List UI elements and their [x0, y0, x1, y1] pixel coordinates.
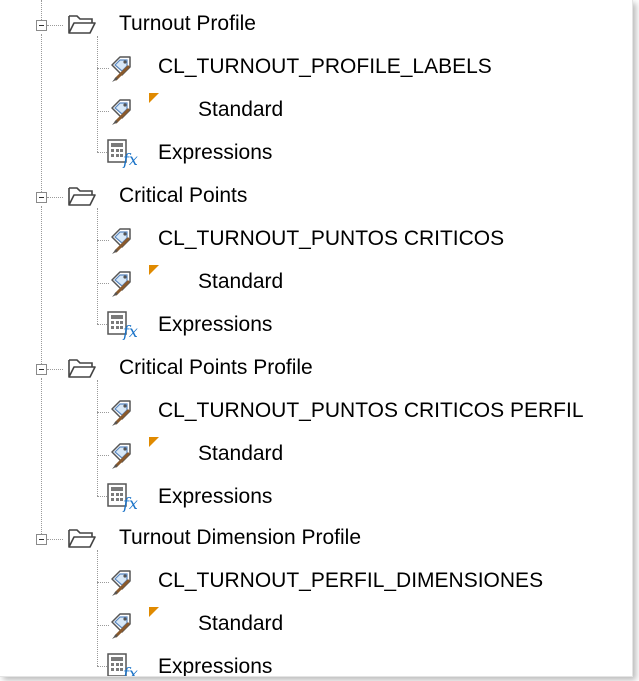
tree-item-label-style-default[interactable]: Standard: [0, 262, 632, 302]
tree-item-label-style[interactable]: CL_TURNOUT_PUNTOS CRITICOS: [0, 219, 632, 259]
tree-group-label: Critical Points: [119, 184, 248, 207]
label-style-icon: [111, 400, 131, 426]
default-style-marker-icon: [149, 607, 159, 617]
tree-item-label: Standard: [198, 442, 284, 465]
label-style-icon: [111, 228, 131, 254]
tree-item-label: Standard: [198, 612, 284, 635]
collapse-icon[interactable]: [36, 534, 47, 545]
tree-group-label: Turnout Profile: [119, 12, 256, 35]
label-style-icon: [111, 56, 131, 82]
svg-text:fx: fx: [122, 150, 138, 168]
tree-item-label: Expressions: [158, 655, 273, 677]
label-style-icon: [111, 271, 131, 297]
tree-item-label: CL_TURNOUT_PUNTOS CRITICOS: [158, 227, 505, 250]
folder-open-icon: [68, 15, 96, 34]
tree-group-label: Turnout Dimension Profile: [119, 526, 361, 549]
tree-connector: [47, 369, 63, 370]
tree-group-critical-points[interactable]: Critical Points: [0, 176, 632, 216]
tree-item-expressions[interactable]: fx Expressions: [0, 133, 632, 173]
tree-group-critical-points-profile[interactable]: Critical Points Profile: [0, 348, 632, 388]
expressions-icon: fx: [107, 311, 138, 340]
tree-item-expressions[interactable]: fx Expressions: [0, 477, 632, 517]
svg-text:fx: fx: [122, 664, 138, 677]
tree-item-label: CL_TURNOUT_PERFIL_DIMENSIONES: [158, 569, 544, 592]
tree-group-turnout-dimension-profile[interactable]: Turnout Dimension Profile: [0, 518, 632, 558]
default-style-marker-icon: [149, 437, 159, 447]
tree-item-label: Standard: [198, 98, 284, 121]
label-style-icon: [111, 443, 131, 469]
tree-connector: [47, 539, 63, 540]
tree-item-label: Standard: [198, 270, 284, 293]
collapse-icon[interactable]: [36, 192, 47, 203]
tree-item-expressions[interactable]: fx Expressions: [0, 305, 632, 345]
folder-open-icon: [68, 187, 96, 206]
tree-item-label-style-default[interactable]: Standard: [0, 604, 632, 644]
style-tree-panel: Turnout Profile CL_TURNOUT_PROFILE_LABEL…: [0, 0, 633, 677]
tree-item-label: Expressions: [158, 485, 273, 508]
folder-open-icon: [68, 359, 96, 378]
tree-connector: [47, 25, 63, 26]
expressions-icon: fx: [107, 139, 138, 168]
default-style-marker-icon: [149, 93, 159, 103]
collapse-icon[interactable]: [36, 20, 47, 31]
folder-open-icon: [68, 529, 96, 548]
tree-item-label: Expressions: [158, 141, 273, 164]
tree-item-label-style-default[interactable]: Standard: [0, 90, 632, 130]
label-style-icon: [111, 99, 131, 125]
tree-item-label-style[interactable]: CL_TURNOUT_PUNTOS CRITICOS PERFIL: [0, 391, 632, 431]
tree-group-turnout-profile[interactable]: Turnout Profile: [0, 4, 632, 44]
expressions-icon: fx: [107, 653, 138, 677]
svg-text:fx: fx: [122, 322, 138, 340]
label-style-icon: [111, 570, 131, 596]
tree-item-label: CL_TURNOUT_PROFILE_LABELS: [158, 55, 492, 78]
tree-item-expressions[interactable]: fx Expressions: [0, 647, 632, 677]
tree-item-label: Expressions: [158, 313, 273, 336]
default-style-marker-icon: [149, 265, 159, 275]
tree-group-label: Critical Points Profile: [119, 356, 313, 379]
tree-item-label-style[interactable]: CL_TURNOUT_PROFILE_LABELS: [0, 47, 632, 87]
collapse-icon[interactable]: [36, 364, 47, 375]
svg-text:fx: fx: [122, 494, 138, 512]
expressions-icon: fx: [107, 483, 138, 512]
tree-item-label-style-default[interactable]: Standard: [0, 434, 632, 474]
tree-item-label-style[interactable]: CL_TURNOUT_PERFIL_DIMENSIONES: [0, 561, 632, 601]
tree-connector: [47, 197, 63, 198]
label-style-icon: [111, 613, 131, 639]
tree-item-label: CL_TURNOUT_PUNTOS CRITICOS PERFIL: [158, 399, 584, 422]
